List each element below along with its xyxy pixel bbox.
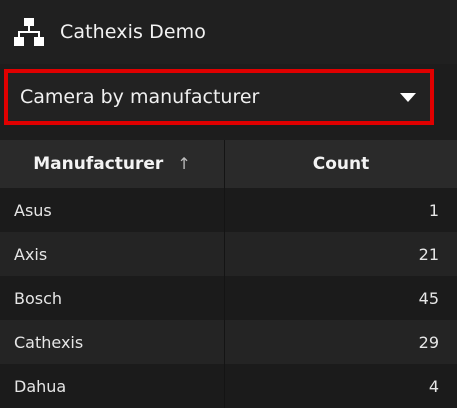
column-header-manufacturer[interactable]: Manufacturer ↑ — [0, 140, 225, 188]
network-tree-icon — [14, 18, 44, 46]
panel-header: Cathexis Demo — [0, 0, 457, 64]
cell-manufacturer: Dahua — [0, 364, 225, 408]
cell-count: 45 — [224, 276, 457, 320]
cell-manufacturer: Bosch — [0, 276, 225, 320]
report-selector-dropdown[interactable]: Camera by manufacturer — [16, 81, 422, 113]
cell-count: 29 — [224, 320, 457, 364]
table-header-row: Manufacturer ↑ Count — [0, 140, 457, 188]
manufacturer-count-table: Manufacturer ↑ Count Asus 1 Axis 21 Bosch… — [0, 140, 457, 408]
table-row[interactable]: Bosch 45 — [0, 276, 457, 320]
cell-count: 21 — [224, 232, 457, 276]
table-row[interactable]: Cathexis 29 — [0, 320, 457, 364]
cell-count: 4 — [224, 364, 457, 408]
report-panel: Cathexis Demo Camera by manufacturer Man… — [0, 0, 457, 408]
site-title: Cathexis Demo — [60, 21, 206, 43]
sort-ascending-icon: ↑ — [177, 154, 191, 173]
dropdown-selected-value: Camera by manufacturer — [20, 86, 260, 108]
cell-manufacturer: Cathexis — [0, 320, 225, 364]
table-row[interactable]: Axis 21 — [0, 232, 457, 276]
table-row[interactable]: Asus 1 — [0, 188, 457, 232]
column-header-manufacturer-label: Manufacturer — [33, 154, 164, 174]
column-header-count-label: Count — [312, 154, 370, 174]
table-row[interactable]: Dahua 4 — [0, 364, 457, 408]
report-selector-highlight: Camera by manufacturer — [4, 69, 434, 125]
cell-manufacturer: Asus — [0, 188, 225, 232]
cell-count: 1 — [224, 188, 457, 232]
chevron-down-icon[interactable] — [400, 92, 416, 102]
column-header-count[interactable]: Count — [224, 140, 457, 188]
cell-manufacturer: Axis — [0, 232, 225, 276]
